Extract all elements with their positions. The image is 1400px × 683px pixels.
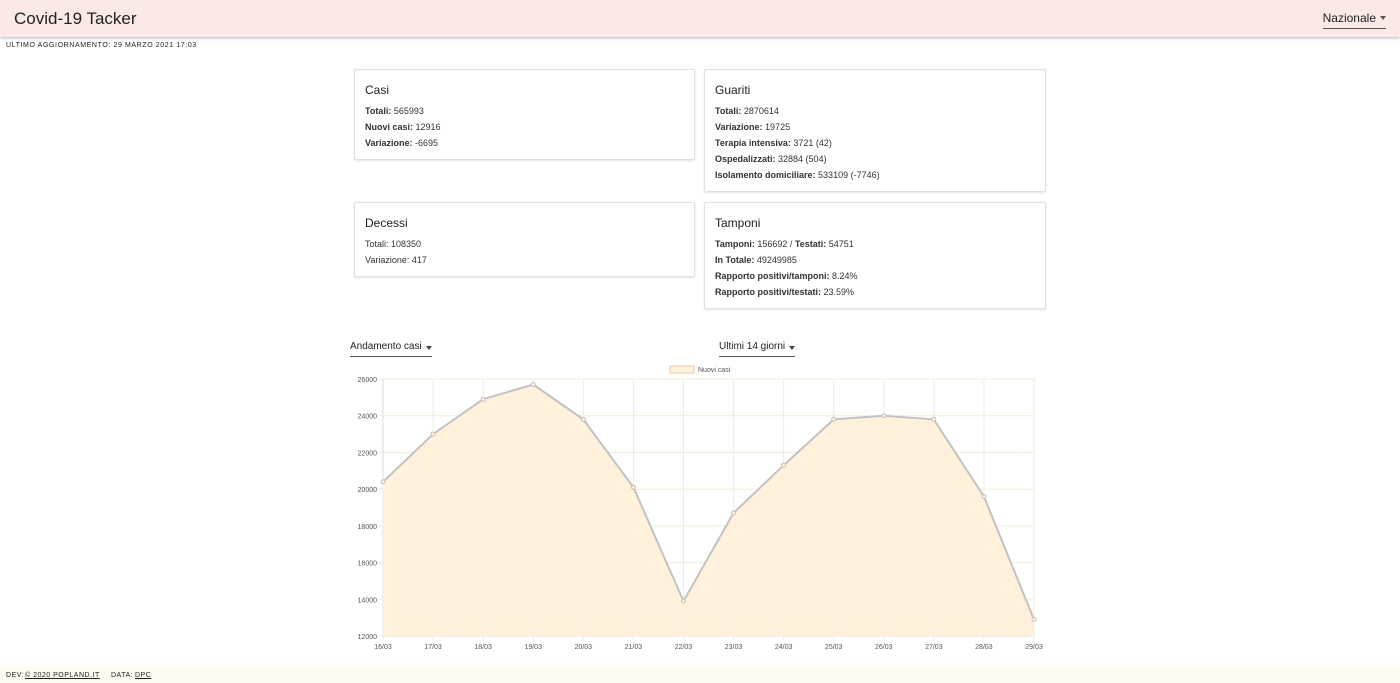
cases-chart: 12000 14000 16000 18000 20000 22000 24000 26000… [358, 365, 1043, 651]
x-tick-label: 20/03 [575, 644, 593, 651]
x-tick-label: 26/03 [875, 644, 893, 651]
stat-row: Totali: 565993 [365, 106, 424, 116]
x-tick-label: 24/03 [775, 644, 793, 651]
legend-label: Nuovi casi [698, 367, 731, 374]
x-tick-label: 22/03 [675, 644, 693, 651]
caret-down-icon [789, 346, 796, 350]
footer-dev-link[interactable]: © 2020 POPLAND.IT [25, 672, 100, 679]
card-guariti: Guariti Totali: 2870614 Variazione: 1972… [704, 69, 1046, 192]
metric-select[interactable]: Andamento casi [350, 341, 432, 357]
y-tick-label: 18000 [358, 524, 378, 531]
y-tick-label: 12000 [358, 634, 378, 641]
card-decessi: Decessi Totali: 108350 Variazione: 417 [354, 202, 695, 277]
stat-row: In Totale: 49249985 [715, 255, 797, 265]
x-tick-label: 29/03 [1025, 644, 1043, 651]
data-point [380, 479, 386, 485]
footer-dev-label: DEV: [6, 672, 25, 679]
metric-select-value: Andamento casi [350, 341, 422, 352]
footer-data-link[interactable]: DPC [135, 672, 151, 679]
x-tick-label: 27/03 [925, 644, 943, 651]
card-tamponi: Tamponi Tamponi: 156692 / Testati: 54751… [704, 202, 1046, 309]
card-title: Guariti [715, 83, 751, 97]
data-point [1031, 616, 1037, 622]
stat-row: Totali: 2870614 [715, 106, 779, 116]
app-title: Covid-19 Tacker [14, 9, 137, 28]
y-tick-label: 20000 [358, 487, 378, 494]
stat-row: Nuovi casi: 12916 [365, 122, 441, 132]
scope-select[interactable]: Nazionale [1322, 11, 1386, 29]
card-title: Casi [365, 83, 390, 97]
data-point [430, 431, 436, 437]
data-point [680, 598, 686, 604]
x-tick-label: 19/03 [524, 644, 542, 651]
y-tick-label: 22000 [358, 450, 378, 457]
x-tick-label: 17/03 [424, 644, 442, 651]
period-select-value: Ultimi 14 giorni [719, 341, 786, 352]
data-point [530, 382, 536, 388]
stat-row: Tamponi: 156692 / Testati: 54751 [715, 239, 854, 249]
stat-row: Variazione: 417 [365, 255, 427, 265]
stat-row: Variazione: 19725 [715, 122, 791, 132]
data-point [881, 413, 887, 419]
data-point [781, 462, 787, 468]
stat-row: Rapporto positivi/tamponi: 8.24% [715, 271, 858, 281]
card-casi: Casi Totali: 565993 Nuovi casi: 12916 Va… [354, 69, 695, 160]
card-title: Decessi [365, 216, 408, 230]
footer-data-label: DATA: [111, 672, 134, 679]
data-point [731, 510, 737, 516]
y-tick-label: 26000 [358, 377, 378, 384]
data-point [480, 396, 486, 402]
x-tick-label: 23/03 [725, 644, 743, 651]
last-update-text: ULTIMO AGGIORNAMENTO: 29 MARZO 2021 17:0… [6, 42, 197, 49]
x-tick-label: 25/03 [825, 644, 843, 651]
caret-down-icon [425, 346, 432, 350]
x-tick-label: 28/03 [975, 644, 993, 651]
data-point [630, 484, 636, 490]
stat-row: Ospedalizzati: 32884 (504) [715, 154, 827, 164]
data-point [931, 416, 937, 422]
stat-row: Rapporto positivi/testati: 23.59% [715, 287, 855, 297]
stat-row: Variazione: -6695 [365, 138, 439, 148]
stat-row: Isolamento domiciliare: 533109 (-7746) [715, 170, 880, 180]
y-tick-label: 16000 [358, 561, 378, 568]
caret-down-icon [1380, 16, 1386, 20]
legend-swatch [669, 365, 695, 374]
x-tick-label: 16/03 [374, 644, 392, 651]
data-point [981, 493, 987, 499]
y-tick-label: 24000 [358, 414, 378, 421]
stat-row: Terapia intensiva: 3721 (42) [715, 138, 832, 148]
period-select[interactable]: Ultimi 14 giorni [719, 341, 796, 357]
stat-row: Totali: 108350 [365, 239, 422, 249]
card-title: Tamponi [715, 216, 761, 230]
y-tick-label: 14000 [358, 597, 378, 604]
data-point [831, 416, 837, 422]
x-tick-label: 18/03 [474, 644, 492, 651]
app-header: Covid-19 Tacker Nazionale [0, 0, 1400, 37]
footer: DEV: © 2020 POPLAND.IT DATA: DPC [0, 667, 1400, 683]
x-tick-label: 21/03 [625, 644, 643, 651]
scope-select-value: Nazionale [1322, 11, 1376, 25]
data-point [580, 416, 586, 422]
